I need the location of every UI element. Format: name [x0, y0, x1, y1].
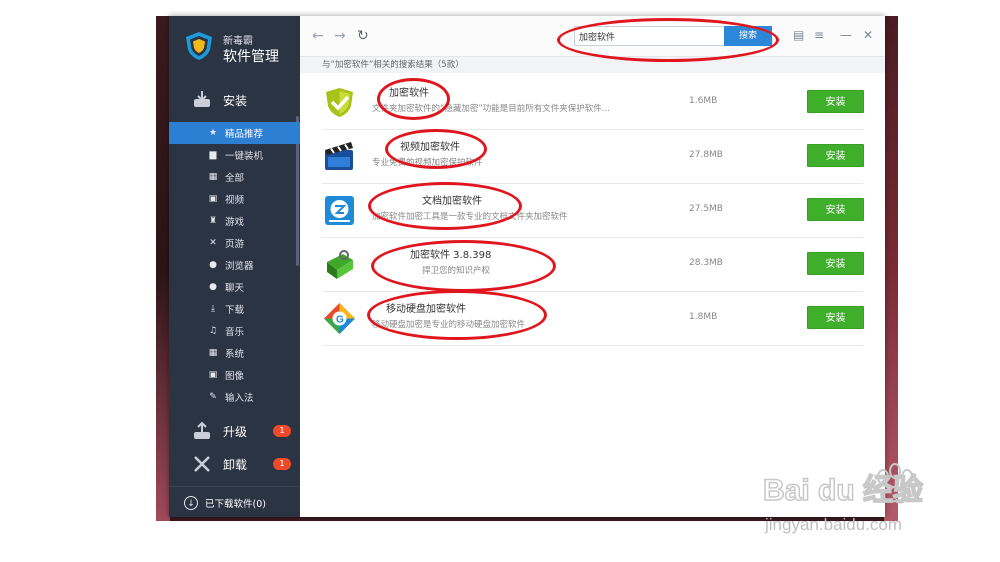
green-lock-icon: [327, 250, 353, 279]
sidebar-section-upgrade[interactable]: 升级 1: [169, 416, 300, 446]
sidebar-category-label: 视频: [225, 195, 245, 206]
menu-icon[interactable]: ≡: [814, 28, 824, 42]
sidebar-category-item[interactable]: ✕ 页游: [169, 232, 300, 254]
sidebar-category-item[interactable]: ⤓ 下载: [169, 298, 300, 320]
upgrade-icon: [189, 420, 215, 442]
video-icon: ▣: [208, 194, 218, 204]
sidebar-category-item[interactable]: ● 聊天: [169, 276, 300, 298]
baidu-jingyan-watermark: Bai du 经验 jingyan.baidu.com: [763, 463, 924, 534]
shield-check-icon: [326, 88, 353, 117]
upgrade-count-badge: 1: [273, 425, 291, 437]
sidebar-category-item[interactable]: ▆ 一键装机: [169, 144, 300, 166]
download-icon: ⤓: [211, 304, 215, 314]
sidebar-category-item[interactable]: ▣ 图像: [169, 364, 300, 386]
globe-icon: ●: [209, 260, 217, 270]
close-icon[interactable]: ✕: [863, 28, 873, 42]
sidebar-category-label: 全部: [225, 173, 245, 184]
windows-icon: ▦: [208, 348, 218, 358]
sidebar-category-label: 页游: [225, 239, 245, 250]
monitor-icon: ▆: [209, 150, 217, 160]
annotation-circle-row-2: [385, 129, 487, 169]
sidebar-category-label: 下载: [225, 305, 245, 316]
sidebar-category-label: 浏览器: [225, 261, 254, 272]
sidebar-category-item[interactable]: ▦ 系统: [169, 342, 300, 364]
sidebar-install-label: 安装: [223, 93, 248, 108]
sidebar-uninstall-label: 卸载: [223, 457, 248, 472]
gamepad-icon: ♜: [208, 216, 218, 226]
sidebar-category-label: 聊天: [225, 283, 245, 294]
sidebar-section-install[interactable]: 安装: [169, 85, 300, 115]
swords-icon: ✕: [209, 238, 217, 248]
back-arrow-icon[interactable]: ←: [312, 28, 324, 44]
chat-icon: ●: [209, 282, 217, 292]
app-size: 28.3MB: [689, 258, 723, 268]
sidebar-category-label: 游戏: [225, 217, 245, 228]
sidebar-category-label: 音乐: [225, 327, 245, 338]
sidebar: 新毒霸 软件管理 安装 ★ 精品推荐 ▆ 一键装机 ▦ 全部 ▣ 视频 ♜ 游戏 ✕ 页游 ● 浏览器 ● 聊…: [169, 16, 300, 517]
sidebar-category-item[interactable]: ● 浏览器: [169, 254, 300, 276]
app-size: 1.6MB: [689, 96, 718, 106]
svg-text:G: G: [336, 315, 344, 326]
sidebar-category-item[interactable]: ★ 精品推荐: [169, 122, 300, 144]
brand-small: 新毒霸: [223, 36, 253, 47]
app-size: 1.8MB: [689, 312, 718, 322]
music-icon: ♫: [208, 326, 218, 336]
sidebar-category-label: 输入法: [225, 393, 254, 404]
sidebar-category-item[interactable]: ♫ 音乐: [169, 320, 300, 342]
search-result-header: 与“加密软件”相关的搜索结果（5款）: [300, 57, 885, 73]
pen-icon: ✎: [209, 392, 217, 402]
brand-title: 软件管理: [223, 49, 279, 65]
minimize-icon[interactable]: —: [840, 28, 852, 42]
annotation-circle-row-1: [377, 78, 450, 120]
install-button[interactable]: 安装: [807, 90, 864, 113]
annotation-circle-row-3: [368, 182, 522, 230]
refresh-icon[interactable]: ↻: [357, 28, 369, 44]
install-button[interactable]: 安装: [807, 306, 864, 329]
tools-icon: [189, 453, 215, 475]
desktop-edge-left: [156, 16, 170, 521]
install-icon: [189, 89, 215, 111]
star-icon: ★: [208, 128, 218, 138]
install-button[interactable]: 安装: [807, 144, 864, 167]
downloaded-software-link[interactable]: ↓ 已下载软件(0): [169, 486, 300, 518]
document-lock-icon: [325, 196, 354, 225]
annotation-circle-search: [557, 18, 779, 62]
sidebar-category-label: 图像: [225, 371, 245, 382]
watermark-url: jingyan.baidu.com: [764, 515, 902, 534]
sidebar-category-item[interactable]: ▦ 全部: [169, 166, 300, 188]
grid-icon: ▦: [208, 172, 218, 182]
sidebar-category-item[interactable]: ▣ 视频: [169, 188, 300, 210]
downloaded-label: 已下载软件(0): [205, 498, 266, 510]
shield-logo-icon: [186, 32, 212, 60]
annotation-circle-row-5: [367, 290, 547, 340]
document-icon[interactable]: ▤: [793, 28, 804, 42]
category-list: ★ 精品推荐 ▆ 一键装机 ▦ 全部 ▣ 视频 ♜ 游戏 ✕ 页游 ● 浏览器 ● 聊天 ⤓ 下载 ♫ 音乐 ▦ 系统 ▣ 图…: [169, 122, 300, 408]
app-size: 27.5MB: [689, 204, 723, 214]
install-button[interactable]: 安装: [807, 252, 864, 275]
app-size: 27.8MB: [689, 150, 723, 160]
desktop-edge-right: [884, 16, 898, 521]
install-button[interactable]: 安装: [807, 198, 864, 221]
sidebar-category-label: 精品推荐: [225, 129, 264, 140]
sidebar-category-item[interactable]: ♜ 游戏: [169, 210, 300, 232]
sidebar-upgrade-label: 升级: [223, 424, 248, 439]
clapperboard-icon: [325, 142, 353, 170]
uninstall-count-badge: 1: [273, 458, 291, 470]
watermark-brand: Bai du 经验: [763, 473, 923, 507]
forward-arrow-icon[interactable]: →: [334, 28, 346, 44]
sidebar-section-uninstall[interactable]: 卸载 1: [169, 449, 300, 479]
sidebar-category-item[interactable]: ✎ 输入法: [169, 386, 300, 408]
g-diamond-icon: G: [324, 303, 355, 334]
sidebar-category-label: 系统: [225, 349, 245, 360]
image-icon: ▣: [208, 370, 218, 380]
sidebar-category-label: 一键装机: [225, 151, 264, 162]
annotation-circle-row-4: [371, 240, 556, 292]
download-circle-icon: ↓: [184, 495, 198, 510]
